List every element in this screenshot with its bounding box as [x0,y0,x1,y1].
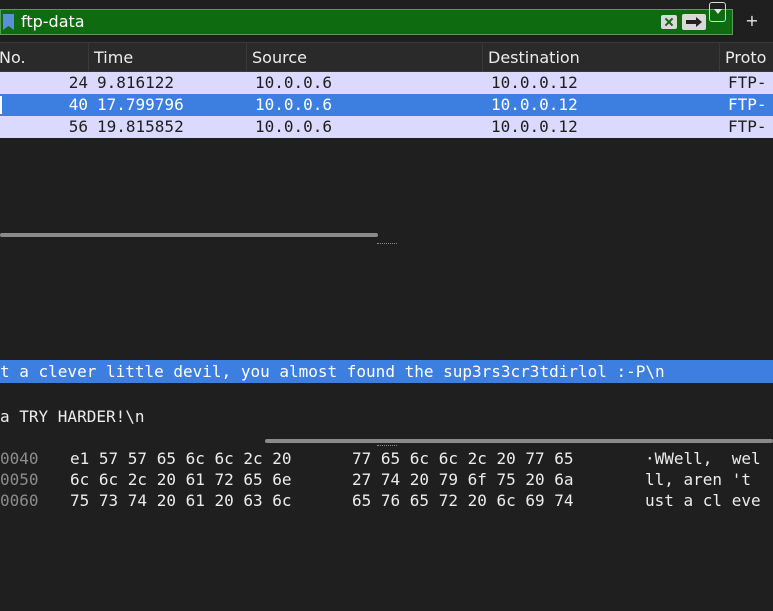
display-filter-input[interactable]: ftp-data [0,9,733,35]
packet-row[interactable]: 56 19.815852 10.0.0.6 10.0.0.12 FTP- [0,116,773,138]
bytes-offset: 0040 [0,449,39,468]
bytes-hex-right: 65 76 65 72 20 6c 69 74 [352,491,574,510]
bytes-offset: 0050 [0,470,39,489]
bytes-offset: 0060 [0,491,39,510]
packet-source: 10.0.0.6 [255,117,333,136]
packet-source: 10.0.0.6 [255,95,333,114]
column-header-source[interactable]: Source [247,43,483,72]
bytes-row[interactable]: 0050 6c 6c 2c 20 61 72 65 6e 27 74 20 79… [0,470,773,490]
packet-row-selected[interactable]: 40 17.799796 10.0.0.6 10.0.0.12 FTP- [0,94,773,116]
chevron-down-icon [714,9,722,14]
packet-no: 56 [68,117,88,136]
packet-no: 24 [68,73,88,92]
column-header-time[interactable]: Time [89,43,247,72]
packet-list-horizontal-scrollbar[interactable] [0,233,378,237]
bytes-hex-right: 77 65 6c 6c 2c 20 77 65 [352,449,574,468]
packet-row[interactable]: 24 9.816122 10.0.0.6 10.0.0.12 FTP- [0,72,773,94]
packet-list: No. Time Source Destination Proto 24 9.8… [0,43,773,241]
packet-destination: 10.0.0.12 [491,95,578,114]
bytes-ascii: ll, aren 't [645,470,751,489]
bytes-hex-left: e1 57 57 65 6c 6c 2c 20 [70,449,292,468]
column-header-no[interactable]: No. [0,43,89,72]
packet-protocol: FTP- [728,95,767,114]
splitter-grip-icon [377,445,397,447]
packet-protocol: FTP- [728,117,767,136]
bytes-ascii: ·WWell, wel [645,449,761,468]
bytes-hex-left: 6c 6c 2c 20 61 72 65 6e [70,470,292,489]
packet-destination: 10.0.0.12 [491,73,578,92]
bytes-row[interactable]: 0060 75 73 74 20 61 20 63 6c 65 76 65 72… [0,491,773,511]
bookmark-icon[interactable] [3,14,14,30]
filter-history-dropdown[interactable] [709,2,726,22]
splitter-grip-icon [377,243,397,245]
bytes-hex-right: 27 74 20 79 6f 75 20 6a [352,470,574,489]
packet-destination: 10.0.0.12 [491,117,578,136]
packet-protocol: FTP- [728,73,767,92]
details-line[interactable]: a TRY HARDER!\n [0,407,145,427]
bytes-row[interactable]: 0040 e1 57 57 65 6c 6c 2c 20 77 65 6c 6c… [0,449,773,469]
packet-details-pane: t a clever little devil, you almost foun… [0,246,773,443]
packet-bytes-pane: 0040 e1 57 57 65 6c 6c 2c 20 77 65 6c 6c… [0,449,773,517]
apply-filter-arrow-icon[interactable] [682,14,706,30]
packet-source: 10.0.0.6 [255,73,333,92]
packet-list-header: No. Time Source Destination Proto [0,43,773,72]
packet-time: 19.815852 [97,117,184,136]
filter-text[interactable]: ftp-data [21,12,85,32]
clear-filter-icon[interactable] [661,15,677,29]
details-selected-line[interactable]: t a clever little devil, you almost foun… [0,360,773,383]
bytes-ascii: ust a cl eve [645,491,761,510]
packet-no: 40 [68,95,88,114]
packet-time: 17.799796 [97,95,184,114]
bytes-hex-left: 75 73 74 20 61 20 63 6c [70,491,292,510]
column-header-destination[interactable]: Destination [483,43,720,72]
packet-time: 9.816122 [97,73,175,92]
display-filter-toolbar: ftp-data + [0,0,773,43]
column-header-protocol[interactable]: Proto [720,43,773,72]
add-filter-button[interactable]: + [741,9,763,33]
